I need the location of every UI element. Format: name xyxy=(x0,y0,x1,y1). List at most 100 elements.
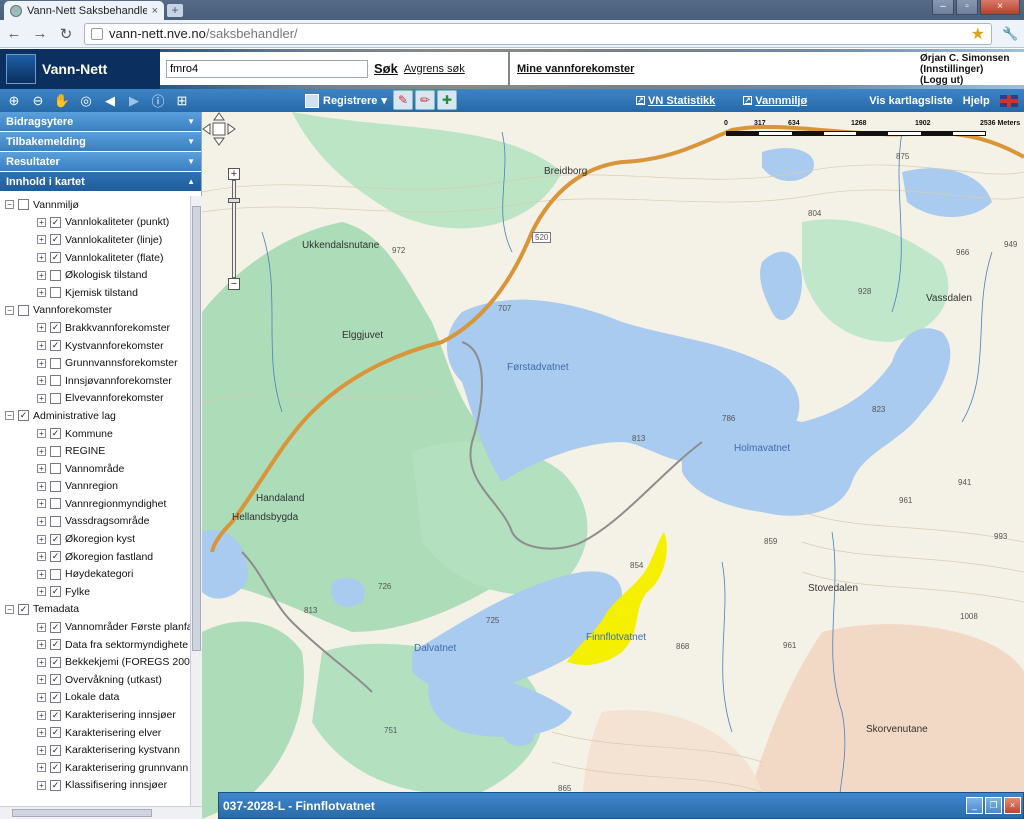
forward-button[interactable]: → xyxy=(32,25,48,42)
draw-line-icon[interactable]: ✎ xyxy=(393,90,413,110)
expand-icon[interactable]: + xyxy=(37,780,46,790)
layer-item[interactable]: + REGINE xyxy=(0,442,190,460)
layer-checkbox[interactable]: ✓ xyxy=(50,340,61,352)
layer-item[interactable]: + ✓ Karakterisering elver xyxy=(0,724,190,742)
layer-item[interactable]: + Høydekategori xyxy=(0,565,190,583)
accordion-innhold-i-kartet[interactable]: Innhold i kartet ▲ xyxy=(0,172,201,192)
expand-icon[interactable]: + xyxy=(37,622,46,632)
expand-icon[interactable]: + xyxy=(37,446,46,456)
layer-item[interactable]: + ✓ Kommune xyxy=(0,425,190,443)
expand-icon[interactable]: + xyxy=(37,499,46,509)
layer-checkbox[interactable]: ✓ xyxy=(50,586,61,598)
expand-icon[interactable]: + xyxy=(37,692,46,702)
expand-icon[interactable]: + xyxy=(37,288,46,298)
full-extent-globe-icon[interactable]: ◎ xyxy=(76,91,96,111)
layer-item[interactable]: + ✓ Vannområder Første planfa xyxy=(0,618,190,636)
expand-icon[interactable]: + xyxy=(37,253,46,263)
layer-checkbox[interactable]: ✓ xyxy=(50,252,61,264)
layer-checkbox[interactable]: ✓ xyxy=(50,762,61,774)
expand-icon[interactable]: + xyxy=(37,235,46,245)
layer-checkbox[interactable] xyxy=(50,392,61,404)
my-water-bodies-link[interactable]: Mine vannforekomster xyxy=(510,52,916,85)
expand-icon[interactable]: + xyxy=(37,552,46,562)
layer-item[interactable]: + ✓ Karakterisering kystvann xyxy=(0,741,190,759)
layer-item[interactable]: + ✓ Vannlokaliteter (punkt) xyxy=(0,214,190,232)
layer-checkbox[interactable] xyxy=(50,515,61,527)
layer-item[interactable]: + ✓ Klassifisering innsjøer xyxy=(0,777,190,795)
expand-icon[interactable]: + xyxy=(37,217,46,227)
layer-item[interactable]: + Økologisk tilstand xyxy=(0,266,190,284)
search-button[interactable]: Søk xyxy=(374,61,398,76)
add-point-icon[interactable]: ✚ xyxy=(437,90,457,110)
layer-group[interactable]: − ✓ Temadata xyxy=(0,601,190,619)
edit-pencil-icon[interactable]: ✏ xyxy=(415,90,435,110)
browser-tab[interactable]: Vann-Nett Saksbehandler × xyxy=(4,1,164,20)
layer-checkbox[interactable] xyxy=(50,463,61,475)
accordion-resultater[interactable]: Resultater ▼ xyxy=(0,152,201,172)
layer-checkbox[interactable]: ✓ xyxy=(50,234,61,246)
refine-search-link[interactable]: Avgrens søk xyxy=(404,63,465,75)
search-input[interactable] xyxy=(166,59,368,78)
tab-close-icon[interactable]: × xyxy=(152,5,158,17)
layer-checkbox[interactable]: ✓ xyxy=(50,639,61,651)
layer-item[interactable]: + ✓ Data fra sektormyndighete xyxy=(0,636,190,654)
measure-tool-icon[interactable]: ⊞ xyxy=(172,91,192,111)
layer-checkbox[interactable]: ✓ xyxy=(50,322,61,334)
expand-icon[interactable]: + xyxy=(37,481,46,491)
layer-checkbox[interactable]: ✓ xyxy=(50,709,61,721)
expand-icon[interactable]: + xyxy=(37,393,46,403)
layer-item[interactable]: + ✓ Bekkekjemi (FOREGS 2008 xyxy=(0,653,190,671)
layer-checkbox[interactable] xyxy=(50,287,61,299)
expand-icon[interactable]: + xyxy=(37,763,46,773)
layer-checkbox[interactable] xyxy=(50,498,61,510)
back-button[interactable]: ← xyxy=(6,25,22,42)
layer-item[interactable]: + ✓ Kystvannforekomster xyxy=(0,337,190,355)
minimize-window-button[interactable]: – xyxy=(932,0,954,15)
close-window-button[interactable]: × xyxy=(1004,797,1021,814)
expand-icon[interactable]: + xyxy=(37,341,46,351)
previous-extent-arrow-icon[interactable]: ◀ xyxy=(100,91,120,111)
expand-icon[interactable]: + xyxy=(37,675,46,685)
layer-item[interactable]: + ✓ Lokale data xyxy=(0,689,190,707)
pan-hand-icon[interactable]: ✋ xyxy=(52,91,72,111)
layer-item[interactable]: + Grunnvannsforekomster xyxy=(0,354,190,372)
layer-item[interactable]: + Elvevannforekomster xyxy=(0,390,190,408)
layer-checkbox[interactable]: ✓ xyxy=(18,410,29,422)
layer-item[interactable]: + Vassdragsområde xyxy=(0,513,190,531)
layer-checkbox[interactable]: ✓ xyxy=(50,727,61,739)
layer-item[interactable]: + Vannregion xyxy=(0,478,190,496)
layer-item[interactable]: + ✓ Karakterisering grunnvann xyxy=(0,759,190,777)
expand-icon[interactable]: + xyxy=(37,728,46,738)
expand-icon[interactable]: + xyxy=(37,640,46,650)
expand-icon[interactable]: + xyxy=(37,429,46,439)
layer-checkbox[interactable]: ✓ xyxy=(50,551,61,563)
layer-tree-vertical-scrollbar[interactable] xyxy=(190,196,202,806)
scrollbar-thumb[interactable] xyxy=(192,206,201,651)
expand-icon[interactable]: + xyxy=(37,710,46,720)
reload-button[interactable]: ↻ xyxy=(58,25,74,43)
layer-checkbox[interactable] xyxy=(50,480,61,492)
expand-icon[interactable]: + xyxy=(37,358,46,368)
accordion-tilbakemelding[interactable]: Tilbakemelding ▼ xyxy=(0,132,201,152)
next-extent-arrow-icon[interactable]: ▶ xyxy=(124,91,144,111)
layer-item[interactable]: + ✓ Overvåkning (utkast) xyxy=(0,671,190,689)
collapse-icon[interactable]: − xyxy=(5,604,14,614)
expand-icon[interactable]: + xyxy=(37,516,46,526)
layer-item[interactable]: + ✓ Økoregion fastland xyxy=(0,548,190,566)
layer-item[interactable]: + Vannområde xyxy=(0,460,190,478)
restore-window-button[interactable]: ❐ xyxy=(985,797,1002,814)
expand-icon[interactable]: + xyxy=(37,657,46,667)
layer-item[interactable]: + ✓ Vannlokaliteter (flate) xyxy=(0,249,190,267)
layer-checkbox[interactable] xyxy=(50,357,61,369)
layer-group[interactable]: − Vannmiljø xyxy=(0,196,190,214)
layer-item[interactable]: + ✓ Karakterisering innsjøer xyxy=(0,706,190,724)
zoom-in-icon[interactable]: ⊕ xyxy=(4,91,24,111)
layer-tree-horizontal-scrollbar[interactable] xyxy=(0,806,202,819)
layer-checkbox[interactable]: ✓ xyxy=(50,656,61,668)
layer-group[interactable]: − ✓ Administrative lag xyxy=(0,407,190,425)
brand[interactable]: Vann-Nett xyxy=(0,49,160,89)
url-field[interactable]: vann-nett.nve.no/saksbehandler/ ★ xyxy=(84,22,992,45)
layer-checkbox[interactable]: ✓ xyxy=(50,621,61,633)
registrere-menu[interactable]: Registrere ▾ xyxy=(305,89,387,112)
layer-checkbox[interactable]: ✓ xyxy=(50,674,61,686)
